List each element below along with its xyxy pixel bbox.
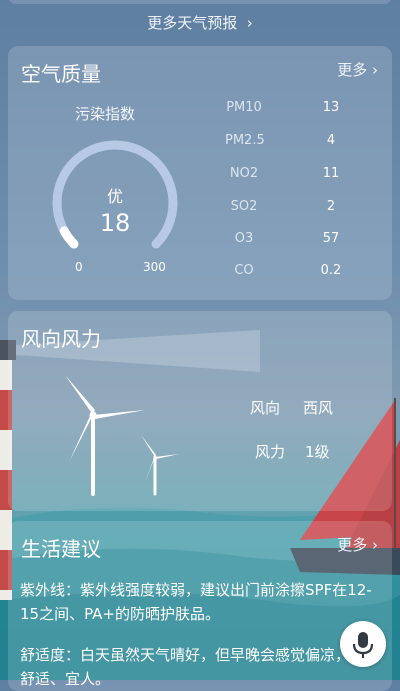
air-quality-more-label: 更多	[337, 61, 368, 79]
chevron-right-icon: ›	[372, 61, 378, 79]
pollutant-value: 11	[322, 166, 340, 181]
pollutant-name: NO2	[229, 166, 259, 181]
wind-direction-label: 风向	[250, 399, 281, 417]
aqi-value: 18	[99, 209, 131, 237]
pollutant-value: 13	[322, 100, 340, 115]
air-quality-more-button[interactable]: 更多 ›	[337, 59, 378, 80]
wind-turbine-icon	[65, 375, 179, 496]
wind-title: 风向风力	[21, 327, 101, 351]
wind-direction-value: 西风	[303, 399, 334, 417]
chevron-right-icon: ›	[242, 14, 253, 32]
uv-advice: 紫外线：紫外线强度较弱，建议出门前涂擦SPF在12-15之间、PA+的防晒护肤品…	[20, 581, 372, 623]
chevron-right-icon: ›	[372, 536, 378, 554]
pollutant-name: PM10	[226, 100, 262, 115]
microphone-icon	[352, 632, 374, 658]
forecast-card-edge	[8, 0, 392, 4]
wind-force-label: 风力	[255, 443, 286, 461]
pollutant-name: PM2.5	[225, 133, 265, 148]
pollution-index-caption: 污染指数	[75, 105, 136, 123]
aqi-level: 优	[106, 187, 123, 206]
pollutant-value: 4	[326, 133, 336, 148]
air-quality-title: 空气质量	[21, 62, 101, 86]
gauge-min-label: 0	[75, 260, 83, 274]
more-forecast-link[interactable]: 更多天气预报 ›	[0, 12, 400, 33]
pollutant-name: O3	[234, 231, 254, 246]
voice-input-button[interactable]	[340, 621, 386, 667]
pollutant-name: CO	[234, 263, 254, 278]
wind-force-value: 1级	[305, 443, 330, 461]
more-forecast-label: 更多天气预报	[147, 14, 238, 32]
gauge-max-label: 300	[143, 260, 166, 274]
life-advice-more-label: 更多	[337, 536, 368, 554]
pollutant-value: 2	[326, 199, 336, 214]
pollutant-value: 57	[322, 231, 340, 246]
pollutant-name: SO2	[230, 199, 258, 214]
life-advice-title: 生活建议	[21, 537, 101, 561]
comfort-advice: 舒适度：白天虽然天气晴好，但早晚会感觉偏凉，午后舒适、宜人。	[20, 646, 381, 688]
life-advice-more-button[interactable]: 更多 ›	[337, 534, 378, 555]
pollutant-value: 0.2	[320, 263, 342, 278]
